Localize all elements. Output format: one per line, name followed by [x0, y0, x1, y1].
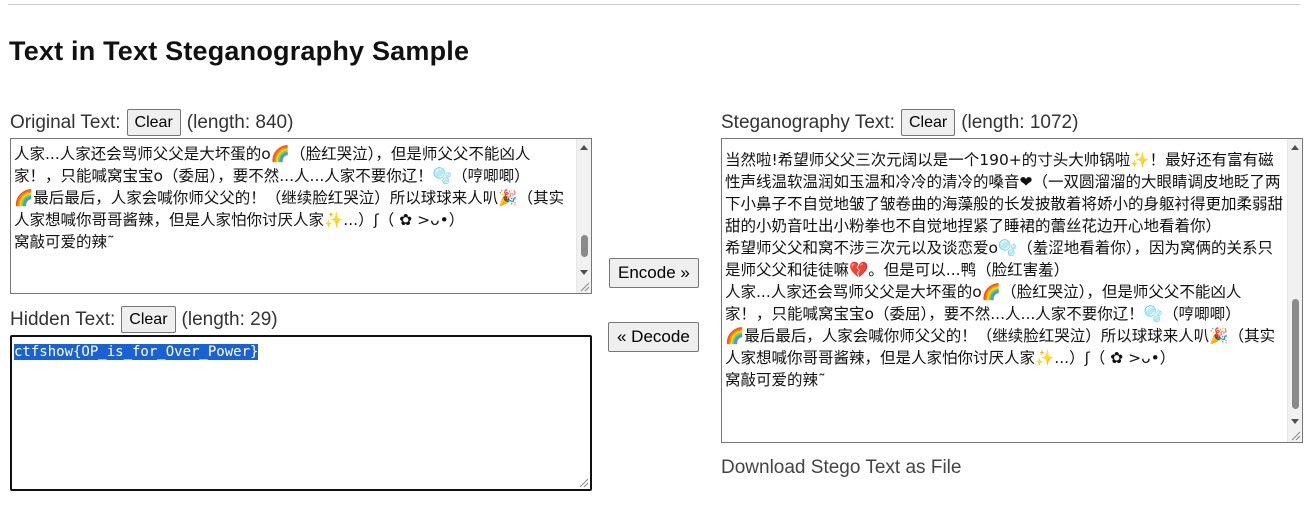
text-line: 窝敲可爱的辣˜ — [14, 233, 115, 251]
stego-text-label: Steganography Text: — [721, 111, 895, 133]
original-text-header: Original Text: Clear (length: 840) — [10, 109, 293, 136]
text-line: 当然啦!希望师父父三次元阔以是一个190+的寸头大帅锅啦✨！最好还有富有磁性声线… — [725, 151, 1284, 235]
hidden-text-label: Hidden Text: — [10, 308, 116, 330]
decode-button[interactable]: « Decode — [608, 322, 699, 352]
encode-button[interactable]: Encode » — [609, 258, 699, 288]
stego-text-header: Steganography Text: Clear (length: 1072) — [721, 109, 1078, 136]
hidden-clear-button[interactable]: Clear — [121, 306, 176, 333]
text-line: 人家...人家还会骂师父父是大坏蛋的o🌈（脸红哭泣），但是师父父不能凶人家！，只… — [14, 145, 531, 185]
text-line: 🌈最后最后，人家会喊你师父父的！（继续脸红哭泣）所以球球来人叭🎉（其实人家想喊你… — [14, 189, 565, 229]
original-text-label: Original Text: — [10, 111, 121, 133]
original-text-content: 人家...人家还会骂师父父是大坏蛋的o🌈（脸红哭泣），但是师父父不能凶人家！，只… — [14, 143, 573, 253]
stego-scrollbar[interactable] — [1287, 139, 1302, 442]
triangle-up-icon[interactable] — [580, 145, 588, 150]
stego-text-area[interactable]: 当然啦!希望师父父三次元阔以是一个190+的寸头大帅锅啦✨！最好还有富有磁性声线… — [721, 138, 1303, 443]
text-line: 希望师父父和窝不涉三次元以及谈恋爱o🫧（羞涩地看着你），因为窝俩的关系只是师父父… — [725, 239, 1274, 279]
stego-length: (length: 1072) — [961, 111, 1079, 133]
scroll-thumb[interactable] — [581, 235, 588, 257]
resize-grip-icon[interactable] — [577, 476, 589, 488]
triangle-down-icon[interactable] — [1291, 419, 1299, 424]
scroll-thumb[interactable] — [1292, 299, 1299, 409]
hidden-text-header: Hidden Text: Clear (length: 29) — [10, 306, 278, 333]
stego-text-content: 当然啦!希望师父父三次元阔以是一个190+的寸头大帅锅啦✨！最好还有富有磁性声线… — [725, 149, 1284, 391]
download-stego-link[interactable]: Download Stego Text as File — [721, 457, 961, 479]
original-length: (length: 840) — [186, 111, 294, 133]
triangle-up-icon[interactable] — [1291, 145, 1299, 150]
hidden-text-value: ctfshow{OP_is_for_Over_Power} — [14, 344, 259, 360]
original-text-area[interactable]: 人家...人家还会骂师父父是大坏蛋的o🌈（脸红哭泣），但是师父父不能凶人家！，只… — [10, 138, 592, 294]
resize-grip-icon[interactable] — [1289, 429, 1301, 441]
resize-grip-icon[interactable] — [578, 280, 590, 292]
top-divider — [8, 4, 1300, 5]
original-scrollbar[interactable] — [576, 139, 591, 293]
text-line: 🌈最后最后，人家会喊你师父父的！（继续脸红哭泣）所以球球来人叭🎉（其实人家想喊你… — [725, 327, 1276, 367]
hidden-text-area[interactable]: ctfshow{OP_is_for_Over_Power} — [10, 335, 592, 491]
stego-clear-button[interactable]: Clear — [900, 109, 956, 136]
hidden-length: (length: 29) — [181, 308, 278, 330]
page-title: Text in Text Steganography Sample — [9, 36, 470, 66]
triangle-down-icon[interactable] — [580, 270, 588, 275]
text-line: 人家...人家还会骂师父父是大坏蛋的o🌈（脸红哭泣），但是师父父不能凶人家！，只… — [725, 283, 1242, 323]
original-clear-button[interactable]: Clear — [126, 109, 181, 136]
text-line: 窝敲可爱的辣˜ — [725, 371, 826, 389]
